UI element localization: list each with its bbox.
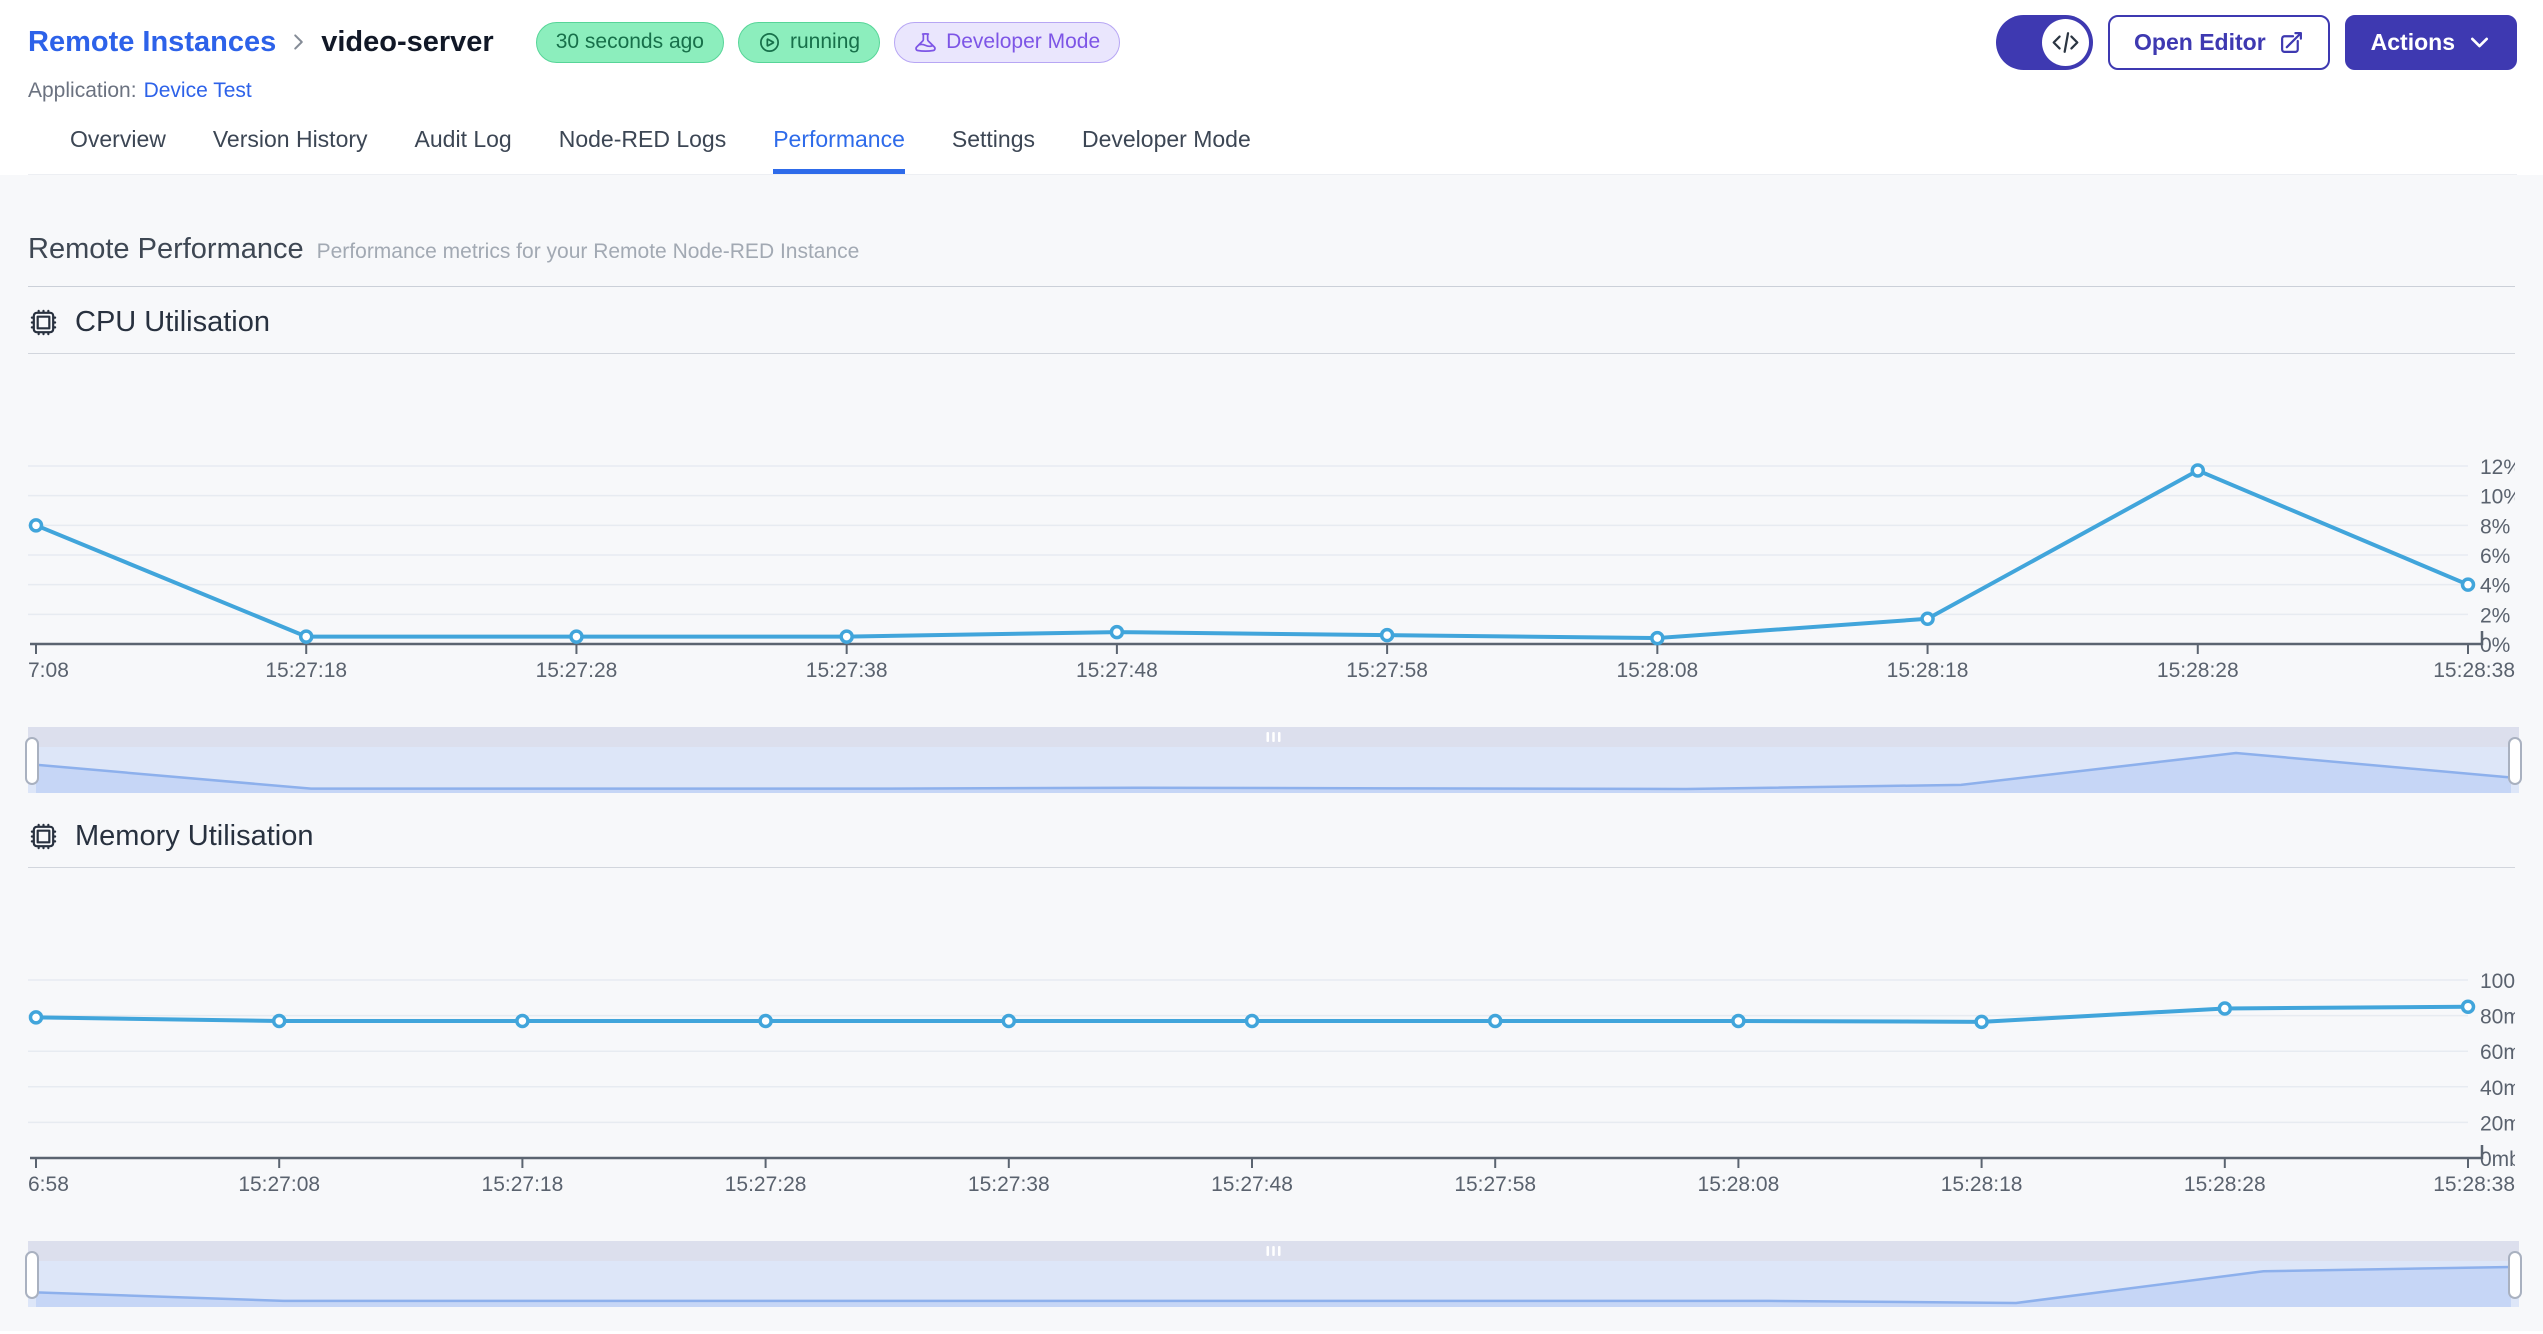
- svg-text:15:28:38: 15:28:38: [2433, 1173, 2515, 1196]
- breadcrumb: Remote Instances video-server: [28, 26, 494, 59]
- chart-sections: CPU Utilisation 7:08 15:27:18 15:27:28 15:27…: [25, 306, 2522, 1309]
- page-subtitle: Performance metrics for your Remote Node…: [316, 240, 860, 263]
- svg-text:15:28:18: 15:28:18: [1887, 659, 1969, 682]
- svg-text:15:28:28: 15:28:28: [2184, 1173, 2266, 1196]
- open-editor-button[interactable]: Open Editor: [2108, 14, 2330, 70]
- brush-grip-icon[interactable]: [1278, 1246, 1281, 1256]
- brush-grip-icon[interactable]: [1278, 732, 1281, 742]
- brush-grip-icon[interactable]: [1272, 1246, 1275, 1256]
- badge-running: running: [738, 21, 881, 63]
- developer-mode-toggle[interactable]: [1996, 14, 2094, 70]
- brush-handle-right[interactable]: [2508, 1251, 2522, 1299]
- tab-developer-mode[interactable]: Developer Mode: [1082, 126, 1251, 174]
- cpu-utilisation-heading: CPU Utilisation: [28, 306, 2515, 339]
- memory-utilisation-chart: 6:58 15:27:08 15:27:18 15:27:28 15:27:38 15:2…: [28, 868, 2515, 1201]
- chevron-down-icon: [2468, 31, 2491, 54]
- tab-node-red-logs[interactable]: Node-RED Logs: [559, 126, 726, 174]
- svg-text:40mb: 40mb: [2480, 1077, 2515, 1100]
- brush-handle-left[interactable]: [25, 1251, 39, 1299]
- cpu-utilisation-chart: 7:08 15:27:18 15:27:28 15:27:38 15:27:48 15:2…: [28, 354, 2515, 687]
- application-row: Application: Device Test: [28, 79, 2517, 103]
- tab-bar: Overview Version History Audit Log Node-RED…: [28, 126, 2517, 175]
- svg-text:0mb: 0mb: [2480, 1148, 2515, 1171]
- tab-version-history[interactable]: Version History: [213, 126, 368, 174]
- svg-text:15:27:28: 15:27:28: [725, 1173, 807, 1196]
- badge-developer-mode: Developer Mode: [894, 21, 1121, 63]
- memory-utilisation-heading: Memory Utilisation: [28, 820, 2515, 853]
- open-editor-label: Open Editor: [2134, 28, 2266, 55]
- section-cpu-utilisation: CPU Utilisation 7:08 15:27:18 15:27:28 15:27…: [25, 306, 2522, 795]
- tab-audit-log[interactable]: Audit Log: [415, 126, 512, 174]
- cpu-utilisation-title: CPU Utilisation: [75, 306, 270, 338]
- svg-text:80mb: 80mb: [2480, 1006, 2515, 1029]
- svg-text:15:27:28: 15:27:28: [536, 659, 618, 682]
- header-top-row: Remote Instances video-server 30 seconds…: [28, 14, 2517, 70]
- svg-text:20mb: 20mb: [2480, 1112, 2515, 1135]
- breadcrumb-remote-instances[interactable]: Remote Instances: [28, 26, 276, 59]
- play-circle-icon: [758, 31, 781, 54]
- tab-performance[interactable]: Performance: [773, 126, 905, 174]
- badge-30-seconds-ago: 30 seconds ago: [535, 21, 724, 63]
- tab-overview[interactable]: Overview: [70, 126, 166, 174]
- svg-text:15:27:38: 15:27:38: [968, 1173, 1050, 1196]
- svg-text:15:28:28: 15:28:28: [2157, 659, 2239, 682]
- chevron-right-icon: [288, 27, 309, 57]
- external-link-icon: [2279, 30, 2304, 55]
- svg-text:15:27:48: 15:27:48: [1076, 659, 1158, 682]
- badge-label: 30 seconds ago: [555, 30, 704, 53]
- application-link[interactable]: Device Test: [144, 79, 252, 102]
- beaker-icon: [914, 31, 937, 54]
- svg-text:15:28:08: 15:28:08: [1698, 1173, 1780, 1196]
- svg-text:15:28:18: 15:28:18: [1941, 1173, 2023, 1196]
- application-label: Application:: [28, 79, 137, 102]
- performance-content: Remote Performance Performance metrics f…: [0, 175, 2543, 1331]
- svg-text:2%: 2%: [2480, 604, 2510, 627]
- badge-label: Developer Mode: [946, 30, 1101, 53]
- cpu-chip-icon: [28, 821, 59, 852]
- svg-text:15:27:18: 15:27:18: [482, 1173, 564, 1196]
- code-icon: [2042, 18, 2090, 66]
- actions-button[interactable]: Actions: [2344, 14, 2517, 70]
- cpu-chip-icon: [28, 307, 59, 338]
- svg-text:6:58: 6:58: [28, 1173, 69, 1196]
- brush-grip-icon[interactable]: [1266, 732, 1270, 742]
- svg-text:0%: 0%: [2480, 634, 2510, 657]
- brush-grip-icon[interactable]: [1272, 732, 1275, 742]
- page-title: Remote Performance: [28, 233, 304, 265]
- header-controls: Open Editor Actions: [1996, 14, 2517, 70]
- status-badges: 30 seconds ago running Developer Mode: [535, 21, 1121, 63]
- svg-text:15:27:08: 15:27:08: [238, 1173, 320, 1196]
- svg-text:60mb: 60mb: [2480, 1041, 2515, 1064]
- svg-text:6%: 6%: [2480, 545, 2510, 568]
- svg-text:15:28:08: 15:28:08: [1616, 659, 1698, 682]
- svg-text:12%: 12%: [2480, 456, 2515, 479]
- svg-text:15:27:38: 15:27:38: [806, 659, 888, 682]
- section-memory-utilisation: Memory Utilisation 6:58 15:27:08 15:27:18 15…: [25, 820, 2522, 1309]
- memory-utilisation-range-selector[interactable]: [25, 1241, 2522, 1309]
- brush-handle-left[interactable]: [25, 737, 39, 785]
- breadcrumb-instance-name: video-server: [321, 25, 494, 58]
- cpu-utilisation-range-selector[interactable]: [25, 727, 2522, 795]
- svg-text:15:27:18: 15:27:18: [265, 659, 347, 682]
- svg-text:7:08: 7:08: [28, 659, 69, 682]
- brush-handle-right[interactable]: [2508, 737, 2522, 785]
- svg-text:15:27:48: 15:27:48: [1211, 1173, 1293, 1196]
- svg-text:4%: 4%: [2480, 575, 2510, 598]
- svg-text:15:27:58: 15:27:58: [1454, 1173, 1536, 1196]
- tab-settings[interactable]: Settings: [952, 126, 1035, 174]
- badge-label: running: [790, 30, 861, 53]
- page-title-row: Remote Performance Performance metrics f…: [28, 233, 2515, 266]
- svg-text:10%: 10%: [2480, 486, 2515, 509]
- svg-text:15:27:58: 15:27:58: [1346, 659, 1428, 682]
- svg-text:8%: 8%: [2480, 515, 2510, 538]
- title-divider: [28, 286, 2515, 287]
- svg-text:100mb: 100mb: [2480, 970, 2515, 993]
- instance-header: Remote Instances video-server 30 seconds…: [0, 0, 2543, 175]
- memory-utilisation-title: Memory Utilisation: [75, 820, 314, 852]
- brush-grip-icon[interactable]: [1266, 1246, 1270, 1256]
- actions-label: Actions: [2370, 28, 2455, 55]
- svg-text:15:28:38: 15:28:38: [2433, 659, 2515, 682]
